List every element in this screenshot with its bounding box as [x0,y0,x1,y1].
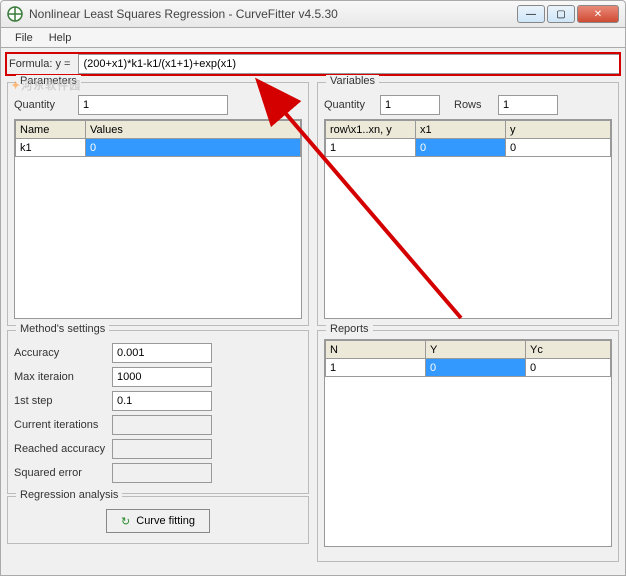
var-rows-label: Rows [454,99,492,111]
app-icon [7,6,23,22]
methods-legend: Method's settings [16,323,109,335]
param-quantity-input[interactable] [78,95,228,115]
rep-header-n[interactable]: N [326,341,426,359]
titlebar: Nonlinear Least Squares Regression - Cur… [0,0,626,28]
rep-cell-y[interactable]: 0 [426,359,526,377]
formula-label: Formula: y = [5,56,74,72]
table-row[interactable]: 1 0 0 [326,139,611,157]
max-iter-input[interactable] [112,367,212,387]
rep-cell-n[interactable]: 1 [326,359,426,377]
refresh-icon: ↻ [121,515,130,528]
var-quantity-label: Quantity [324,99,374,111]
reached-acc-output [112,439,212,459]
sq-err-output [112,463,212,483]
var-cell-y[interactable]: 0 [506,139,611,157]
regression-group: Regression analysis ↻ Curve fitting [7,496,309,544]
rep-header-yc[interactable]: Yc [526,341,611,359]
param-cell-name[interactable]: k1 [16,139,86,157]
variables-group: Variables Quantity Rows row\x1..xn, y x1… [317,82,619,326]
parameters-table: Name Values k1 0 [15,120,301,157]
table-row[interactable]: k1 0 [16,139,301,157]
curve-fitting-button[interactable]: ↻ Curve fitting [106,509,210,533]
table-row[interactable]: 1 0 0 [326,359,611,377]
window-title: Nonlinear Least Squares Regression - Cur… [29,7,517,21]
current-iter-label: Current iterations [14,419,106,431]
current-iter-output [112,415,212,435]
maximize-button[interactable]: ▢ [547,5,575,23]
rep-header-y[interactable]: Y [426,341,526,359]
param-header-name[interactable]: Name [16,121,86,139]
accuracy-label: Accuracy [14,347,106,359]
var-header-x1[interactable]: x1 [416,121,506,139]
accuracy-input[interactable] [112,343,212,363]
client-area: ✦河东软件园 Formula: y = Parameters Quantity [0,48,626,576]
formula-input[interactable] [78,54,621,74]
parameters-group: Parameters Quantity Name Values k1 0 [7,82,309,326]
param-quantity-label: Quantity [14,99,72,111]
var-header-y[interactable]: y [506,121,611,139]
parameters-table-wrap: Name Values k1 0 [14,119,302,319]
rep-cell-yc[interactable]: 0 [526,359,611,377]
methods-group: Method's settings Accuracy Max iteraion … [7,330,309,494]
reports-table-wrap: N Y Yc 1 0 0 [324,339,612,547]
variables-table-wrap: row\x1..xn, y x1 y 1 0 0 [324,119,612,319]
parameters-legend: Parameters [16,75,81,87]
var-cell-row[interactable]: 1 [326,139,416,157]
curve-fitting-label: Curve fitting [136,515,195,527]
menu-help[interactable]: Help [41,30,80,46]
var-header-row[interactable]: row\x1..xn, y [326,121,416,139]
first-step-label: 1st step [14,395,106,407]
mid-columns: Method's settings Accuracy Max iteraion … [5,328,621,564]
variables-table: row\x1..xn, y x1 y 1 0 0 [325,120,611,157]
reached-acc-label: Reached accuracy [14,443,106,455]
regression-legend: Regression analysis [16,489,122,501]
menu-file[interactable]: File [7,30,41,46]
minimize-button[interactable]: — [517,5,545,23]
first-step-input[interactable] [112,391,212,411]
reports-group: Reports N Y Yc 1 0 0 [317,330,619,562]
menubar: File Help [0,28,626,48]
reports-legend: Reports [326,323,373,335]
max-iter-label: Max iteraion [14,371,106,383]
top-columns: Parameters Quantity Name Values k1 0 [5,80,621,328]
window-controls: — ▢ ✕ [517,5,619,23]
sq-err-label: Squared error [14,467,106,479]
var-quantity-input[interactable] [380,95,440,115]
var-rows-input[interactable] [498,95,558,115]
reports-table: N Y Yc 1 0 0 [325,340,611,377]
formula-row: Formula: y = [5,54,621,74]
param-header-values[interactable]: Values [86,121,301,139]
close-button[interactable]: ✕ [577,5,619,23]
variables-legend: Variables [326,75,379,87]
param-cell-value[interactable]: 0 [86,139,301,157]
var-cell-x1[interactable]: 0 [416,139,506,157]
